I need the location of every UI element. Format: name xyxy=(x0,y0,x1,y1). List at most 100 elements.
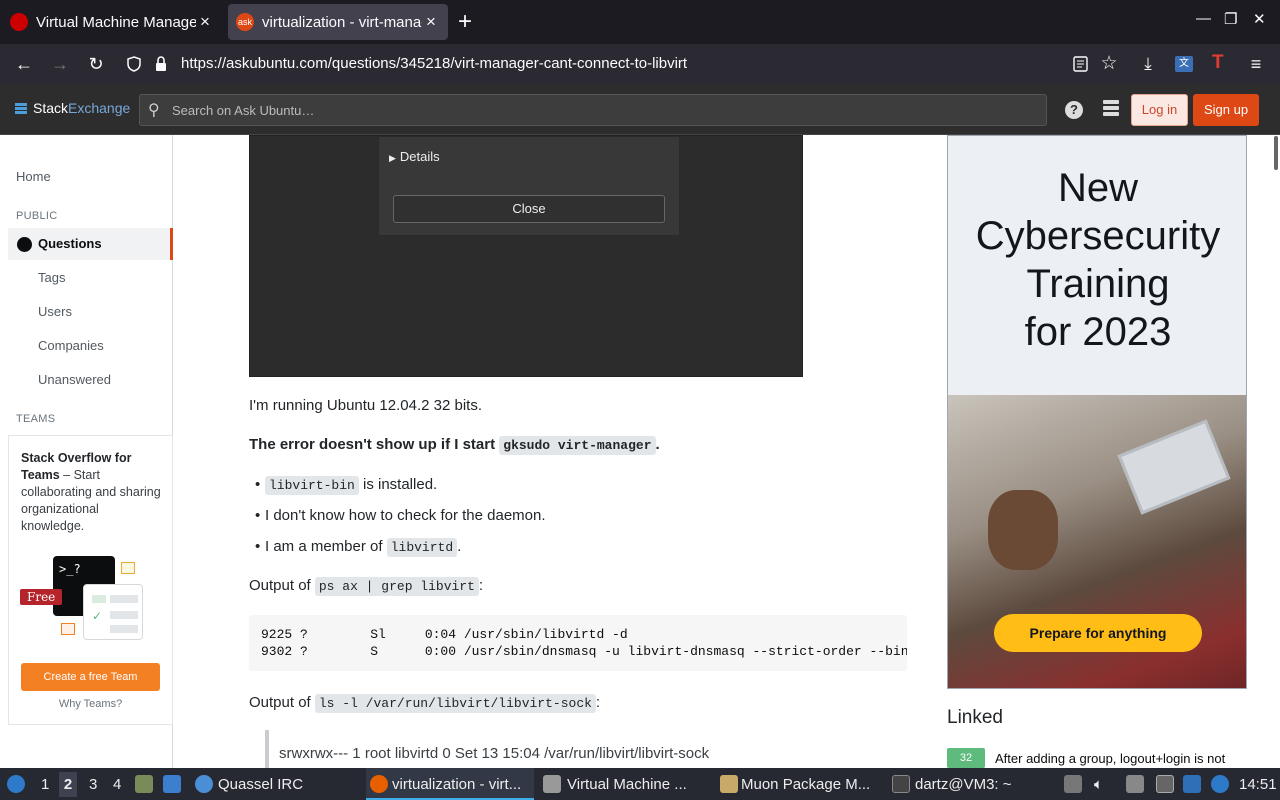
askubuntu-icon: ask xyxy=(236,13,254,31)
paragraph-error: The error doesn't show up if I start gks… xyxy=(249,436,660,455)
sidebar-item-tags[interactable]: Tags xyxy=(38,270,65,285)
tab-virtualization[interactable]: ask virtualization - virt-manager × xyxy=(228,4,448,40)
extension-t-icon[interactable]: T xyxy=(1212,52,1224,74)
workspace-1[interactable]: 1 xyxy=(41,776,49,793)
output-end: : xyxy=(595,694,601,711)
menu-icon[interactable]: ≡ xyxy=(1244,52,1268,76)
lock-icon[interactable] xyxy=(154,55,168,73)
search-input[interactable]: ⚲ Search on Ask Ubuntu… xyxy=(139,94,1047,126)
sidebar-item-users[interactable]: Users xyxy=(38,304,72,319)
network-icon[interactable] xyxy=(1211,775,1229,793)
site-switcher-icon[interactable] xyxy=(1103,100,1119,118)
linked-question-link[interactable]: After adding a group, logout+login is no… xyxy=(995,751,1225,766)
translate-icon[interactable]: 文 xyxy=(1175,56,1193,72)
taskbar: 1 2 3 4 Quassel IRC virtualization - vir… xyxy=(0,768,1280,800)
workspace-3[interactable]: 3 xyxy=(89,776,97,793)
task-firefox[interactable]: virtualization - virt... xyxy=(392,776,521,793)
tab-title: virtualization - virt-manager xyxy=(262,13,422,31)
chat-bubble-icon xyxy=(61,623,75,635)
firefox-icon xyxy=(370,775,388,793)
ad-title-line: New xyxy=(1057,166,1139,210)
app-launcher-icon[interactable] xyxy=(7,775,25,793)
output-label: Output of xyxy=(249,577,315,594)
inline-code: gksudo virt-manager xyxy=(499,436,656,455)
close-tab-icon[interactable]: × xyxy=(196,12,214,32)
list-item: I am a member of libvirtd. xyxy=(255,538,462,557)
code-block[interactable]: 9225 ? Sl 0:04 /usr/sbin/libvirtd -d 930… xyxy=(249,615,907,671)
maximize-icon[interactable]: ❐ xyxy=(1224,10,1237,28)
workspace-2[interactable]: 2 xyxy=(59,772,77,797)
task-quassel[interactable]: Quassel IRC xyxy=(218,776,303,793)
file-manager-icon[interactable] xyxy=(135,775,153,793)
teams-promo: Stack Overflow for Teams – Start collabo… xyxy=(8,435,173,725)
search-icon: ⚲ xyxy=(148,102,160,119)
stackexchange-logo[interactable]: Stack Exchange xyxy=(15,100,130,116)
bluetooth-icon[interactable] xyxy=(1183,775,1201,793)
create-team-button[interactable]: Create a free Team xyxy=(21,663,160,691)
sidebar-item-unanswered[interactable]: Unanswered xyxy=(38,372,111,387)
task-terminal[interactable]: dartz@VM3: ~ xyxy=(915,776,1012,793)
terminal-glyph: >_? xyxy=(59,562,81,576)
url-bar[interactable]: https://askubuntu.com/questions/345218/v… xyxy=(181,55,687,72)
error-end: . xyxy=(655,436,660,453)
ad-photo: Prepare for anything xyxy=(948,395,1246,688)
ad-cta-button[interactable]: Prepare for anything xyxy=(994,614,1202,652)
navigation-bar: ← → ↻ https://askubuntu.com/questions/34… xyxy=(0,44,1280,84)
paragraph-output-ps: Output of ps ax | grep libvirt: xyxy=(249,577,484,596)
blockquote-text: srwxrwx--- 1 root libvirtd 0 Set 13 15:0… xyxy=(279,745,710,762)
sidebar-item-companies[interactable]: Companies xyxy=(38,338,104,353)
minimize-icon[interactable]: — xyxy=(1196,10,1211,27)
display-icon[interactable] xyxy=(1156,775,1174,793)
left-sidebar: Home PUBLIC Questions Tags Users Compani… xyxy=(0,135,173,768)
list-item: libvirt-bin is installed. xyxy=(255,476,438,495)
inline-code: ps ax | grep libvirt xyxy=(314,577,479,596)
close-tab-icon[interactable]: × xyxy=(422,12,440,32)
list-item-text: I don't know how to check for the daemon… xyxy=(265,507,546,524)
clipboard-icon[interactable] xyxy=(1064,775,1082,793)
clock[interactable]: 14:51 xyxy=(1239,776,1277,793)
ad-title-line: Training xyxy=(1026,262,1170,306)
muon-icon xyxy=(720,775,738,793)
bookmark-star-icon[interactable]: ☆ xyxy=(1097,52,1121,76)
search-placeholder: Search on Ask Ubuntu… xyxy=(172,103,315,118)
back-icon[interactable]: ← xyxy=(12,52,36,76)
help-icon[interactable]: ? xyxy=(1065,101,1083,119)
output-end: : xyxy=(478,577,484,594)
tab-virtual-machine-manager[interactable]: Virtual Machine Manager × xyxy=(2,4,222,40)
new-tab-button[interactable]: + xyxy=(458,8,472,36)
show-desktop-icon[interactable] xyxy=(163,775,181,793)
why-teams-link[interactable]: Why Teams? xyxy=(9,698,172,710)
task-muon[interactable]: Muon Package M... xyxy=(741,776,870,793)
shield-icon[interactable] xyxy=(127,56,141,72)
volume-icon[interactable]: 🔈︎ xyxy=(1094,776,1103,793)
list-item-text: is installed. xyxy=(358,476,438,493)
blockquote: srwxrwx--- 1 root libvirtd 0 Set 13 15:0… xyxy=(265,730,905,768)
reader-view-icon[interactable] xyxy=(1073,56,1088,72)
logo-stack-text: Stack xyxy=(33,100,69,116)
paragraph-running: I'm running Ubuntu 12.04.2 32 bits. xyxy=(249,397,483,414)
keyboard-icon[interactable] xyxy=(1126,775,1144,793)
free-badge: Free xyxy=(20,589,63,605)
signup-button[interactable]: Sign up xyxy=(1193,94,1259,126)
task-virt-manager[interactable]: Virtual Machine ... xyxy=(567,776,687,793)
forward-icon[interactable]: → xyxy=(48,52,72,76)
workspace-4[interactable]: 4 xyxy=(113,776,121,793)
dialog-close-button: Close xyxy=(393,195,665,223)
downloads-icon[interactable]: ⤓ xyxy=(1136,52,1160,76)
linked-score-badge: 32 xyxy=(947,748,985,768)
stackexchange-icon xyxy=(15,102,27,114)
tablet-illustration xyxy=(1117,419,1231,515)
advertisement[interactable]: New Cybersecurity Training for 2023 Prep… xyxy=(947,135,1247,689)
triangle-right-icon: ▶ xyxy=(389,153,396,163)
login-button[interactable]: Log in xyxy=(1131,94,1188,126)
tab-title: Virtual Machine Manager xyxy=(36,13,196,31)
page-scrollbar[interactable] xyxy=(1274,136,1278,170)
sidebar-item-home[interactable]: Home xyxy=(16,169,51,184)
linked-heading: Linked xyxy=(947,707,1003,728)
reload-icon[interactable]: ↻ xyxy=(84,52,108,76)
list-item-end: . xyxy=(457,538,462,555)
sidebar-item-questions[interactable]: Questions xyxy=(8,228,173,260)
logo-exchange-text: Exchange xyxy=(68,100,131,116)
close-window-icon[interactable]: ✕ xyxy=(1253,10,1266,28)
output-label: Output of xyxy=(249,694,315,711)
